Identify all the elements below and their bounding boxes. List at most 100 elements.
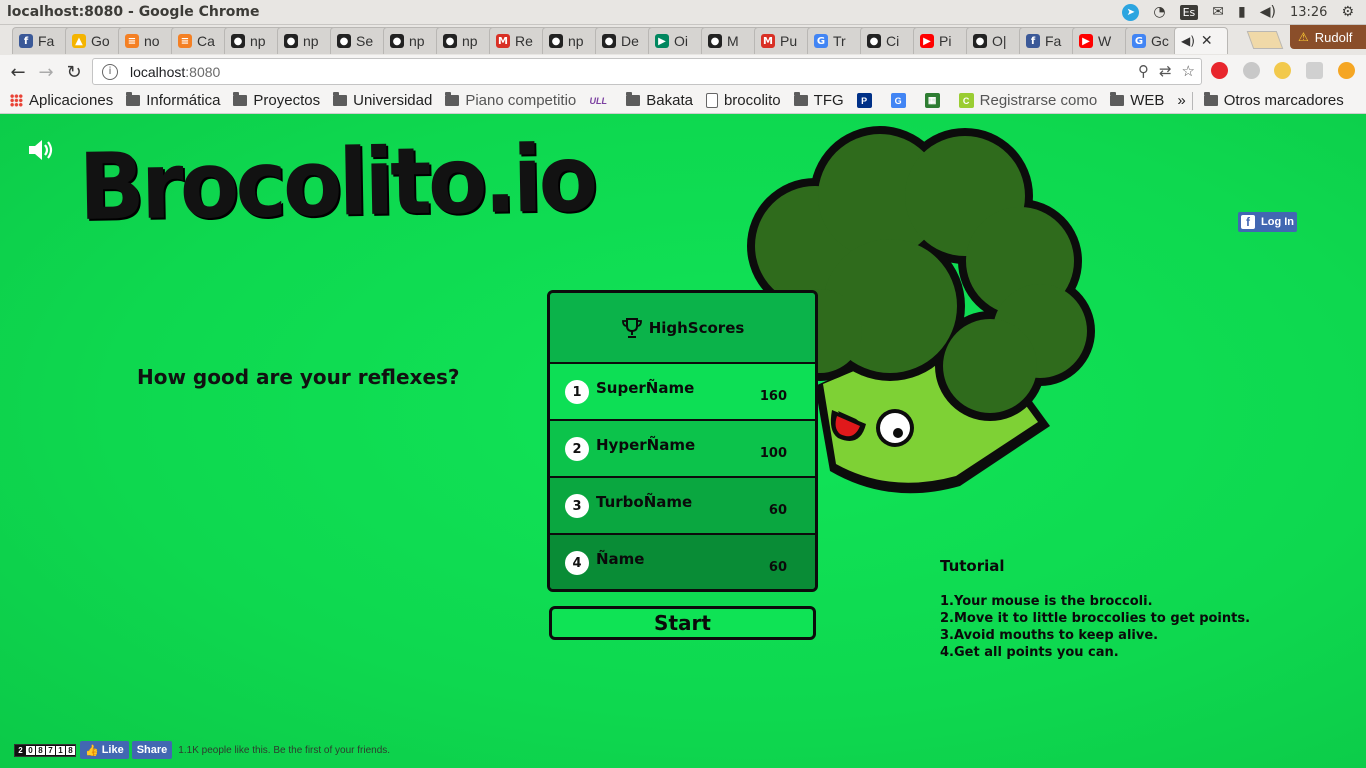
browser-tab[interactable]: ● np <box>542 27 601 54</box>
bookmarks-overflow-button[interactable]: » <box>1177 92 1185 109</box>
browser-tab[interactable]: ≡ no <box>118 27 177 54</box>
github-icon: ● <box>602 34 616 48</box>
bookmark-item[interactable]: ▦ <box>924 93 946 108</box>
volume-icon[interactable]: ◀) <box>1260 4 1276 20</box>
translate-icon[interactable]: ⇄ <box>1159 62 1172 80</box>
counter-digit: 1 <box>56 745 65 755</box>
browser-tab[interactable]: ● Se <box>330 27 389 54</box>
browser-tab[interactable]: G Tr <box>807 27 866 54</box>
tab-label: Oi <box>674 33 688 49</box>
extension-face-icon[interactable] <box>1274 62 1291 79</box>
bookmark-favicon-icon: P <box>856 93 872 108</box>
bookmark-item[interactable]: TFG <box>793 92 844 109</box>
extension-box-icon[interactable] <box>1306 62 1323 79</box>
forward-button[interactable]: → <box>34 60 58 84</box>
bookmark-item[interactable]: WEB <box>1110 92 1164 109</box>
wifi-icon[interactable]: ◔ <box>1153 4 1165 20</box>
facebook-icon: f <box>1241 215 1255 229</box>
bookmark-item[interactable]: C Registrarse como <box>958 92 1098 109</box>
github-icon: ● <box>867 34 881 48</box>
browser-tab[interactable]: ● O| <box>966 27 1025 54</box>
bookmark-item[interactable]: ULL <box>589 93 613 108</box>
mail-icon[interactable]: ✉ <box>1212 4 1224 20</box>
bookmark-label: Registrarse como <box>979 92 1098 109</box>
folder-icon <box>233 92 248 106</box>
reload-button[interactable]: ↻ <box>62 60 86 84</box>
browser-tab[interactable]: ● M <box>701 27 760 54</box>
close-tab-icon[interactable]: ✕ <box>1201 33 1213 49</box>
github-icon: ● <box>337 34 351 48</box>
browser-tab[interactable]: ● np <box>436 27 495 54</box>
browser-tab[interactable]: M Re <box>489 27 548 54</box>
bookmark-item[interactable]: Proyectos <box>233 92 320 109</box>
tab-label: np <box>568 33 584 49</box>
browser-tab[interactable]: ● np <box>224 27 283 54</box>
telegram-icon[interactable]: ➤ <box>1122 3 1140 21</box>
chrome-menu-update-icon[interactable] <box>1338 62 1355 79</box>
new-tab-button[interactable] <box>1246 31 1284 49</box>
ull-icon: ULL <box>589 95 608 106</box>
tutorial-panel: Tutorial 1.Your mouse is the broccoli. 2.… <box>940 557 1250 661</box>
bookmark-item[interactable]: Informática <box>126 92 220 109</box>
tab-label: Gc <box>1151 33 1169 49</box>
browser-tab[interactable]: ● np <box>383 27 442 54</box>
highscore-rank: 2 <box>565 437 589 461</box>
github-icon: ● <box>284 34 298 48</box>
bookmark-star-icon[interactable]: ☆ <box>1182 62 1195 80</box>
bookmark-label: Informática <box>146 92 221 109</box>
bookmark-item[interactable]: Piano competitio <box>445 92 576 109</box>
back-button[interactable]: ← <box>6 60 30 84</box>
bookmark-label: Aplicaciones <box>29 92 114 109</box>
highscore-score: 60 <box>768 560 787 575</box>
address-bar[interactable]: i localhost:8080 ⚲ ⇄ ☆ <box>92 58 1202 85</box>
tab-label: Fa <box>1045 33 1062 49</box>
browser-tab[interactable]: M Pu <box>754 27 813 54</box>
browser-tab[interactable]: f Fa <box>12 27 71 54</box>
github-icon: ● <box>443 34 457 48</box>
page-icon <box>705 93 718 108</box>
battery-icon[interactable]: ▮ <box>1238 4 1246 20</box>
other-bookmarks-folder[interactable]: Otros marcadores <box>1203 92 1344 109</box>
active-tab[interactable]: ◀) ✕ <box>1174 27 1228 54</box>
extension-gray-icon[interactable] <box>1243 62 1260 79</box>
bookmark-item[interactable]: brocolito <box>705 92 781 109</box>
clock[interactable]: 13:26 <box>1290 5 1327 20</box>
folder-icon <box>333 92 348 106</box>
tutorial-title: Tutorial <box>940 557 1005 575</box>
profile-button[interactable]: ⚠ Rudolf <box>1290 25 1366 49</box>
bookmark-item[interactable]: Bakata <box>626 92 693 109</box>
browser-tab[interactable]: ● De <box>595 27 654 54</box>
bookmark-item[interactable]: Aplicaciones <box>10 92 113 109</box>
bookmark-item[interactable]: P <box>856 93 878 108</box>
opera-extension-icon[interactable] <box>1211 62 1228 79</box>
browser-tab[interactable]: ≡ Ca <box>171 27 230 54</box>
bookmark-item[interactable]: Universidad <box>333 92 432 109</box>
social-bar: 208718 👍 Like Share 1.1K people like thi… <box>14 741 390 759</box>
browser-tab[interactable]: f Fa <box>1019 27 1078 54</box>
start-button[interactable]: Start <box>549 606 816 640</box>
browser-tab[interactable]: ▶ W <box>1072 27 1131 54</box>
settings-gear-icon[interactable]: ⚙ <box>1341 4 1354 20</box>
bookmark-favicon-icon: C <box>958 93 974 108</box>
browser-tab[interactable]: ▲ Go <box>65 27 124 54</box>
site-info-icon[interactable]: i <box>102 63 118 80</box>
bookmark-item[interactable]: G <box>890 93 912 108</box>
window-title: localhost:8080 - Google Chrome <box>7 4 260 20</box>
highscore-row: 2 HyperÑame 100 <box>550 421 815 478</box>
browser-tab[interactable]: ▶ Pi <box>913 27 972 54</box>
tutorial-step: 3.Avoid mouths to keep alive. <box>940 628 1159 643</box>
facebook-login-button[interactable]: f Log In <box>1238 212 1297 232</box>
keyboard-layout-indicator[interactable]: Es <box>1179 4 1199 20</box>
bookmarks-separator <box>1191 91 1193 110</box>
browser-tab[interactable]: ● np <box>277 27 336 54</box>
speaker-volume-icon[interactable] <box>27 139 55 161</box>
browser-tab[interactable]: ▶ Oi <box>648 27 707 54</box>
tab-audio-icon[interactable]: ◀) <box>1181 34 1195 48</box>
tab-label: Re <box>515 33 533 49</box>
game-logo: Brocolito.io <box>77 125 596 241</box>
facebook-like-button[interactable]: 👍 Like <box>80 741 129 759</box>
browser-tab[interactable]: ● Ci <box>860 27 919 54</box>
youtube-icon: ▶ <box>920 34 934 48</box>
facebook-share-button[interactable]: Share <box>131 741 173 759</box>
zoom-icon[interactable]: ⚲ <box>1138 62 1149 80</box>
